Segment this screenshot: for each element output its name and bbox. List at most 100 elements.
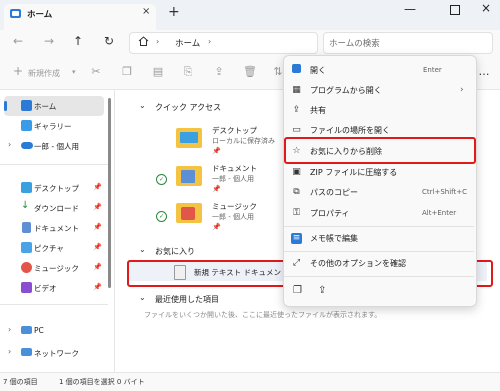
pictures-icon [21,242,32,253]
menu-item-compress-zip[interactable]: ZIP ファイルに圧縮する [310,167,397,178]
quick-access-heading[interactable]: クイック アクセス [155,102,221,113]
sidebar-item-pictures[interactable]: ピクチャ [34,243,64,254]
menu-item-share[interactable]: 共有 [310,105,326,116]
pin-icon: 📌 [93,263,102,271]
minimize-button[interactable]: — [404,2,416,16]
documents-icon [181,170,195,183]
onedrive-icon [21,142,33,149]
sidebar-divider [0,304,108,305]
favorites-heading[interactable]: お気に入り [155,246,195,257]
close-window-button[interactable]: × [481,1,491,15]
music-icon [181,207,195,220]
menu-shortcut: Alt+Enter [422,209,457,217]
menu-shortcut: Ctrl+Shift+C [422,188,467,196]
pin-icon: 📌 [93,203,102,211]
sidebar-item-desktop[interactable]: デスクトップ [34,183,79,194]
paste-icon[interactable]: ▤ [152,66,164,78]
refresh-button[interactable]: ↻ [104,34,114,48]
delete-icon[interactable]: 🗑 [243,66,257,78]
new-button[interactable]: 新規作成 [28,68,60,79]
tab-title: ホーム [27,10,53,20]
quick-item-sub: ローカルに保存済み [212,137,275,145]
menu-item-properties[interactable]: プロパティ [310,208,350,219]
breadcrumb-chevron-icon[interactable]: › [208,37,211,46]
open-with-icon: ▦ [292,85,301,95]
quick-item-documents[interactable]: ドキュメント [212,163,257,174]
copy-icon[interactable]: ❐ [293,285,302,296]
menu-item-open-with[interactable]: プログラムから開く [310,85,382,96]
new-tab-button[interactable]: + [168,4,180,20]
notepad-icon: ≡ [291,233,302,244]
share-icon[interactable]: ⇪ [213,66,225,78]
sidebar-item-pc[interactable]: PC [34,326,44,335]
quick-item-music[interactable]: ミュージック [212,201,257,212]
new-icon: + [13,64,24,78]
tab-close-button[interactable]: × [142,6,150,17]
quick-item-sub: 一郎 - 個人用 [212,213,254,221]
submenu-chevron-icon: › [460,85,464,95]
sidebar-item-downloads[interactable]: ダウンロード [34,203,79,214]
sidebar-item-network[interactable]: ネットワーク [34,348,79,359]
copy-path-icon: ⧉ [293,187,300,197]
chevron-down-icon[interactable]: ▾ [72,68,76,76]
documents-icon [22,222,31,233]
back-button[interactable]: ← [13,34,23,48]
pin-icon: 📌 [212,147,221,155]
sidebar-divider [0,164,108,165]
share-icon[interactable]: ⇪ [318,285,326,296]
maximize-button[interactable] [450,5,460,15]
properties-icon: ⚿ [293,208,300,218]
menu-item-edit-notepad[interactable]: メモ帳で編集 [310,233,358,244]
status-selection: 1 個の項目を選択 0 バイト [59,378,145,386]
desktop-icon [21,182,32,193]
menu-item-more-options[interactable]: その他のオプションを確認 [310,258,406,269]
network-icon [21,348,32,356]
pin-icon: 📌 [212,223,221,231]
collapse-chevron-icon[interactable]: ⌄ [139,293,146,302]
cut-icon[interactable]: ✂ [90,66,102,78]
recent-heading[interactable]: 最近使用した項目 [155,294,219,305]
sidebar-item-onedrive[interactable]: 一郎 - 個人用 [34,141,79,152]
highlight-box [284,137,476,164]
menu-item-open[interactable]: 開く [310,65,326,76]
menu-separator [284,251,474,252]
selection-indicator [4,101,7,111]
home-icon [138,36,149,46]
music-icon [21,262,32,273]
pin-icon: 📌 [212,185,221,193]
gallery-icon [21,120,32,131]
collapse-chevron-icon[interactable]: ⌄ [139,245,146,254]
menu-separator [284,226,474,227]
sidebar-scrollbar[interactable] [108,98,111,288]
more-icon[interactable]: … [478,66,490,78]
forward-button[interactable]: → [44,34,54,48]
expand-chevron-icon[interactable]: › [8,347,11,356]
sidebar-item-music[interactable]: ミュージック [34,263,79,274]
rename-icon[interactable]: ⎘ [182,66,194,78]
pane-splitter[interactable] [114,90,115,372]
download-icon: ↓ [21,200,30,211]
sidebar-item-videos[interactable]: ビデオ [34,283,57,294]
quick-item-desktop[interactable]: デスクトップ [212,125,257,136]
home-tab-icon [10,9,21,18]
videos-icon [21,282,32,293]
breadcrumb-chevron-icon[interactable]: › [156,37,159,46]
expand-chevron-icon[interactable]: › [8,140,11,149]
menu-item-copy-path[interactable]: パスのコピー [310,187,358,198]
pin-icon: 📌 [93,183,102,191]
collapse-chevron-icon[interactable]: ⌄ [139,101,146,110]
search-placeholder: ホームの検索 [329,39,380,49]
expand-chevron-icon[interactable]: › [8,325,11,334]
menu-separator [284,276,474,277]
up-button[interactable]: ↑ [73,34,83,48]
menu-shortcut: Enter [423,66,442,74]
sync-check-icon: ✓ [156,211,167,222]
pin-icon: 📌 [93,223,102,231]
share-icon: ⇪ [292,105,301,115]
sidebar-item-documents[interactable]: ドキュメント [34,223,79,234]
sidebar-item-gallery[interactable]: ギャラリー [34,121,72,132]
zip-icon: ▣ [292,167,301,177]
breadcrumb-home[interactable]: ホーム [175,37,200,49]
menu-item-open-location[interactable]: ファイルの場所を開く [310,125,390,136]
copy-icon[interactable]: ❐ [121,66,133,78]
